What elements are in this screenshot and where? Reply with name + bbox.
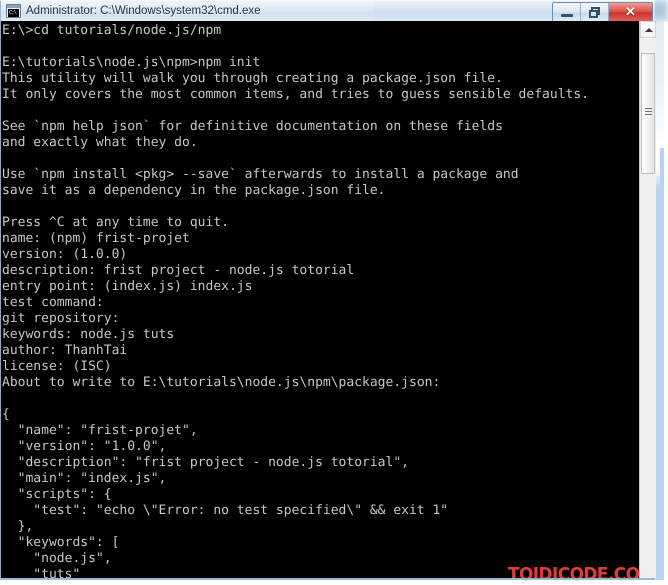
watermark-logo: TOIDICODE.COM: [508, 564, 656, 585]
restore-icon-front: [589, 10, 598, 18]
console-output-text[interactable]: E:\>cd tutorials/node.js/npm E:\tutorial…: [1, 21, 639, 580]
background-right-edge: [664, 22, 668, 580]
window-title: Administrator: C:\Windows\system32\cmd.e…: [26, 5, 261, 17]
cmd-window: C:\ Administrator: C:\Windows\system32\c…: [0, 0, 656, 585]
window-controls: ✕: [552, 2, 653, 21]
scroll-thumb-grip-icon: [645, 108, 652, 109]
scroll-up-button[interactable]: [640, 21, 656, 38]
close-button[interactable]: ✕: [609, 3, 652, 21]
console-area[interactable]: E:\>cd tutorials/node.js/npm E:\tutorial…: [0, 21, 656, 585]
scroll-thumb[interactable]: [641, 53, 655, 174]
cmd-icon-titlebar-stripe: [7, 5, 20, 8]
cmd-console-icon[interactable]: C:\: [6, 4, 21, 18]
scroll-track[interactable]: [640, 176, 656, 580]
close-icon: ✕: [625, 4, 636, 19]
minimize-icon: [561, 14, 573, 17]
restore-button[interactable]: [581, 3, 609, 21]
scroll-up-arrow-icon: [645, 28, 653, 32]
window-titlebar[interactable]: C:\ Administrator: C:\Windows\system32\c…: [0, 0, 655, 21]
cmd-icon-screen-text: C:\: [8, 9, 19, 17]
minimize-button[interactable]: [553, 3, 581, 21]
console-scrollbar[interactable]: [639, 21, 656, 580]
